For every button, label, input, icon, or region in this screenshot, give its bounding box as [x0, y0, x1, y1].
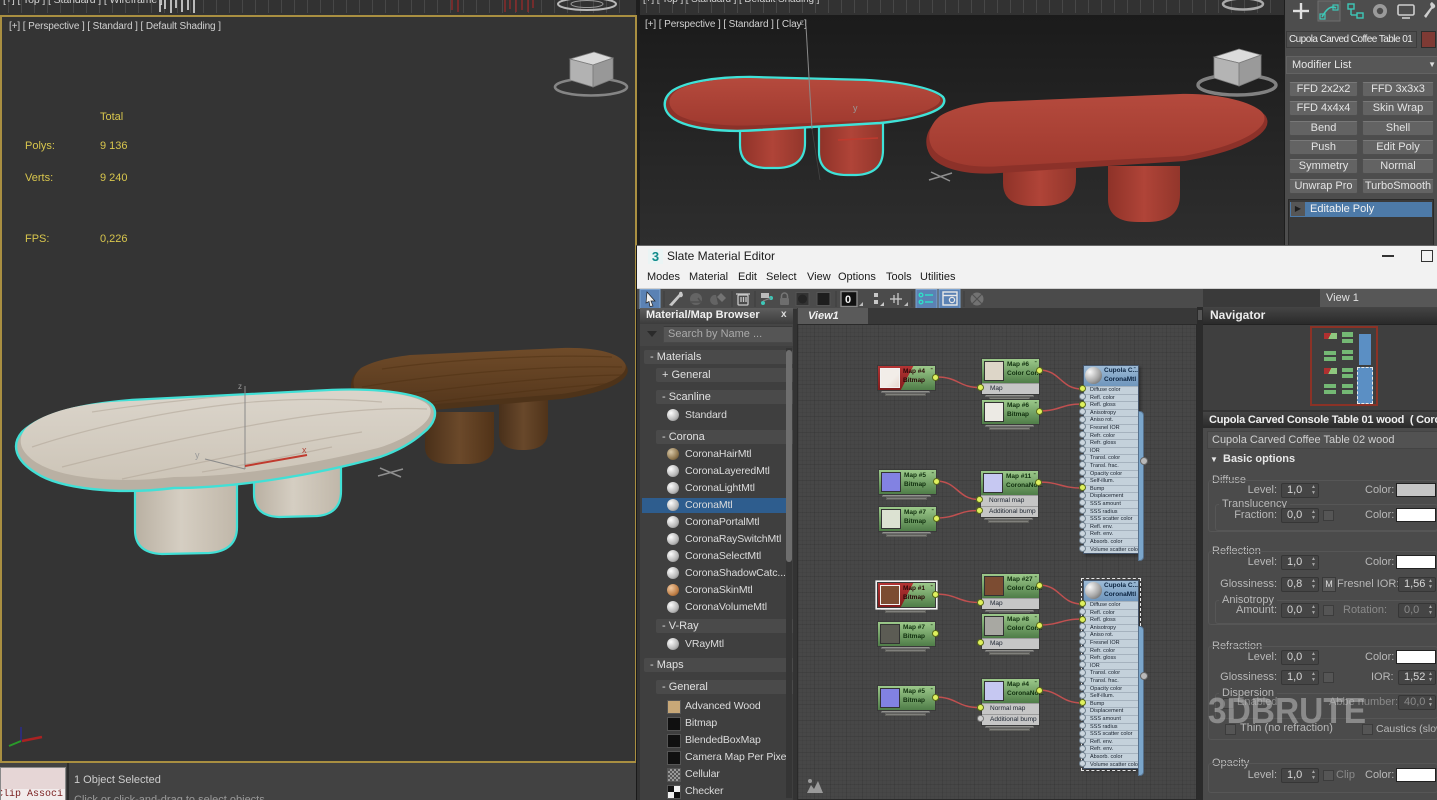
svg-text:x: x — [302, 445, 307, 455]
svg-text:y: y — [853, 103, 858, 113]
svg-text:y: y — [195, 450, 200, 460]
svg-text:0: 0 — [845, 294, 851, 306]
svg-text:z: z — [238, 382, 242, 391]
svg-text:z: z — [800, 18, 804, 27]
